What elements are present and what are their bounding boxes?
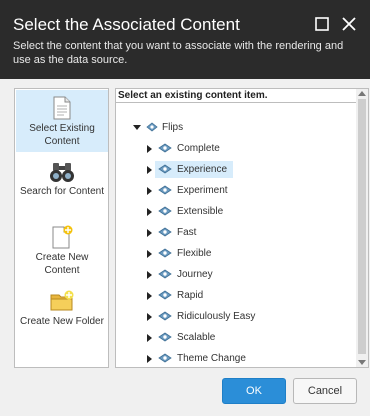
tree-node[interactable]: Extensible (116, 203, 356, 220)
binoculars-icon (50, 163, 74, 182)
sidebar-item-label: Select Existing Content (29, 123, 95, 147)
dialog-subtitle: Select the content that you want to asso… (13, 40, 344, 66)
expand-toggle-icon[interactable] (147, 229, 152, 237)
content-item-icon (158, 332, 172, 342)
tree-node[interactable]: Rapid (116, 287, 356, 304)
maximize-button[interactable] (312, 14, 332, 34)
tree-node-label: Fast (177, 227, 197, 238)
expand-toggle-icon[interactable] (147, 145, 152, 153)
tree-node[interactable]: Scalable (116, 329, 356, 346)
tree-node[interactable]: Flexible (116, 245, 356, 262)
tree-node-label: Journey (177, 269, 213, 280)
select-associated-content-dialog: Select the Associated Content Select the… (0, 0, 370, 416)
sidebar-item-select-existing-content[interactable]: Select Existing Content (16, 90, 108, 152)
scroll-thumb[interactable] (358, 99, 366, 354)
close-button[interactable] (339, 14, 359, 34)
tree-node-label: Flexible (177, 248, 212, 259)
tree-caption: Select an existing content item. (116, 89, 358, 103)
document-icon (53, 96, 71, 120)
scroll-up-arrow-icon[interactable] (358, 91, 366, 96)
tree-node-label: Scalable (177, 332, 216, 343)
maximize-icon (315, 17, 329, 31)
tree-node-label: Flips (162, 122, 184, 133)
expand-toggle-icon[interactable] (133, 125, 141, 130)
content-item-icon (158, 290, 172, 300)
dialog-header: Select the Associated Content Select the… (0, 0, 370, 79)
vertical-scrollbar[interactable] (356, 89, 368, 367)
content-item-icon (158, 311, 172, 321)
expand-toggle-icon[interactable] (147, 334, 152, 342)
content-item-icon (158, 269, 172, 279)
tree-node-label: Experiment (177, 185, 228, 196)
expand-toggle-icon[interactable] (147, 271, 152, 279)
content-tree-panel: Select an existing content item. Flips C… (115, 88, 369, 368)
tree-node[interactable]: Complete (116, 140, 356, 157)
tree-node-label: Theme Change (177, 353, 246, 364)
expand-toggle-icon[interactable] (147, 355, 152, 363)
cancel-button[interactable]: Cancel (293, 378, 357, 404)
tree-node[interactable]: Experiment (116, 182, 356, 199)
tree-node-selected[interactable]: Experience (116, 161, 356, 178)
content-item-icon (158, 143, 172, 153)
dialog-title: Select the Associated Content (13, 15, 240, 34)
content-item-icon (158, 164, 172, 174)
expand-toggle-icon[interactable] (147, 313, 152, 321)
ok-button[interactable]: OK (222, 378, 286, 404)
tree-node-label: Rapid (177, 290, 204, 301)
tree-node[interactable]: Journey (116, 266, 356, 283)
tree-node[interactable]: Ridiculously Easy (116, 308, 356, 325)
sidebar-item-search-for-content[interactable]: Search for Content (16, 161, 108, 217)
sidebar-item-create-new-content[interactable]: Create New Content (16, 225, 108, 281)
scroll-down-arrow-icon[interactable] (358, 360, 366, 365)
sidebar-item-create-new-folder[interactable]: Create New Folder (16, 289, 108, 345)
tree-node-label: Experience (177, 164, 228, 175)
tree-node-root[interactable]: Flips (116, 119, 356, 136)
content-item-icon (158, 227, 172, 237)
tree-node-label: Extensible (177, 206, 224, 217)
tree-node[interactable]: Fast (116, 224, 356, 241)
expand-toggle-icon[interactable] (147, 187, 152, 195)
expand-toggle-icon[interactable] (147, 250, 152, 258)
sidebar: Select Existing Content Search for Conte… (14, 88, 109, 368)
content-item-icon (146, 122, 158, 132)
dialog-footer: OK Cancel (0, 368, 370, 416)
expand-toggle-icon[interactable] (147, 292, 152, 300)
content-item-icon (158, 248, 172, 258)
tree-node-label: Ridiculously Easy (177, 311, 256, 322)
content-item-icon (158, 185, 172, 195)
tree-node-label: Complete (177, 143, 220, 154)
new-document-icon (52, 225, 73, 249)
content-item-icon (158, 206, 172, 216)
expand-toggle-icon[interactable] (147, 166, 152, 174)
sidebar-item-label: Search for Content (20, 186, 104, 197)
expand-toggle-icon[interactable] (147, 208, 152, 216)
new-folder-icon (50, 290, 74, 311)
tree-node[interactable]: Theme Change (116, 350, 356, 367)
sidebar-item-label: Create New Folder (20, 316, 104, 327)
sidebar-item-label: Create New Content (35, 252, 89, 276)
content-item-icon (158, 353, 172, 363)
close-icon (342, 17, 356, 31)
